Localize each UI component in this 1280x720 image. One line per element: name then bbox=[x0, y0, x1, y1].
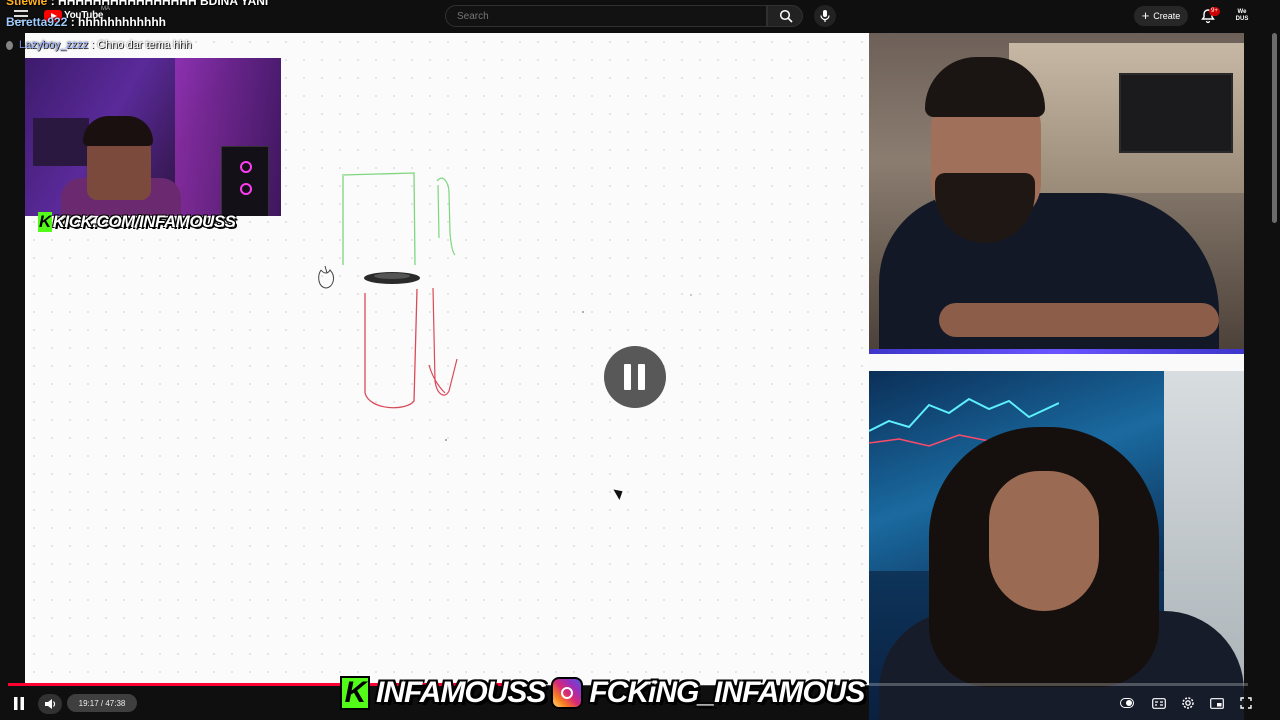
search-input[interactable] bbox=[455, 10, 759, 23]
chat-message: Lazyboy_zzzz : Chno dar tema hhh bbox=[6, 39, 191, 51]
instagram-icon bbox=[551, 677, 584, 709]
autoplay-toggle[interactable] bbox=[1119, 694, 1135, 712]
chat-badge-icon bbox=[6, 40, 13, 50]
background-monitor bbox=[1119, 73, 1233, 153]
reaction-cam-top bbox=[869, 33, 1244, 354]
time-display: 19:17 / 47:38 bbox=[67, 694, 137, 712]
drawing-green-curve bbox=[436, 177, 456, 256]
avatar-text: We DUS bbox=[1235, 9, 1249, 22]
notification-badge: 9+ bbox=[1209, 7, 1220, 16]
chat-text: : hhhhhhhhhhhh bbox=[67, 15, 166, 29]
person-face bbox=[989, 471, 1099, 611]
kick-name: INFAMOUSS bbox=[376, 676, 546, 709]
fullscreen-icon bbox=[1240, 697, 1252, 709]
webcam-pc-case bbox=[221, 146, 269, 216]
chat-message: Beretta922 : hhhhhhhhhhhh bbox=[6, 15, 166, 29]
plus-icon: + bbox=[1141, 8, 1150, 23]
chat-text: : HHHHHHHHHHHHHHHH BDINA YANI bbox=[47, 0, 269, 8]
kick-channel-url: KICK.COM/INFAMOUSS bbox=[52, 212, 236, 231]
kick-icon: K bbox=[38, 212, 52, 232]
person-arm bbox=[939, 303, 1219, 337]
search-box[interactable] bbox=[445, 5, 767, 27]
search-icon bbox=[779, 9, 793, 23]
drawing-small-sketch bbox=[318, 265, 334, 289]
kick-channel-tag: K KICK.COM/INFAMOUSS bbox=[38, 212, 236, 232]
captions-icon bbox=[1152, 697, 1166, 709]
instagram-name: FCKiNG_INFAMOUS bbox=[589, 676, 865, 709]
pause-overlay-button[interactable] bbox=[604, 346, 666, 408]
chat-username: Beretta922 bbox=[6, 15, 68, 29]
mic-icon bbox=[820, 10, 830, 22]
scrollbar-thumb[interactable] bbox=[1272, 33, 1277, 223]
drawing-green-stroke bbox=[341, 172, 416, 266]
drawing-red-curve bbox=[428, 287, 458, 396]
play-pause-button[interactable] bbox=[10, 694, 28, 712]
settings-button[interactable] bbox=[1180, 694, 1196, 712]
webcam-streamer-hair bbox=[83, 116, 153, 146]
chat-message: Stiewie : HHHHHHHHHHHHHHHH BDINA YANI bbox=[6, 0, 268, 8]
webcam-shelf bbox=[33, 118, 89, 166]
autoplay-icon bbox=[1120, 698, 1134, 708]
miniplayer-icon bbox=[1210, 697, 1224, 709]
create-label: Create bbox=[1153, 11, 1181, 21]
chat-username: Lazyboy_zzzz bbox=[19, 39, 89, 51]
reaction-cam-bottom bbox=[869, 371, 1244, 720]
drawing-red-stroke bbox=[364, 288, 418, 409]
create-button[interactable]: + Create bbox=[1134, 6, 1188, 26]
cam-divider bbox=[869, 354, 1244, 371]
search-button[interactable] bbox=[767, 5, 803, 27]
chat-text: : Chno dar tema hhh bbox=[88, 39, 192, 51]
miniplayer-button[interactable] bbox=[1209, 694, 1225, 712]
captions-button[interactable] bbox=[1151, 694, 1167, 712]
settings-icon bbox=[1182, 697, 1194, 709]
social-banner: K INFAMOUSS FCKiNG_INFAMOUS bbox=[340, 674, 865, 712]
pause-icon bbox=[14, 696, 24, 710]
pause-icon bbox=[624, 364, 631, 390]
kick-icon: K bbox=[340, 676, 370, 710]
volume-icon bbox=[44, 699, 55, 709]
pause-icon-bar bbox=[638, 364, 645, 390]
page-scrollbar[interactable] bbox=[1270, 33, 1280, 720]
chat-username: Stiewie bbox=[6, 0, 48, 8]
streamer-webcam bbox=[25, 58, 281, 216]
fullscreen-button[interactable] bbox=[1238, 694, 1254, 712]
voice-search-button[interactable] bbox=[814, 5, 836, 27]
time-text: 19:17 / 47:38 bbox=[78, 698, 126, 708]
avatar[interactable]: We DUS bbox=[1234, 9, 1250, 23]
volume-button[interactable] bbox=[38, 694, 62, 714]
